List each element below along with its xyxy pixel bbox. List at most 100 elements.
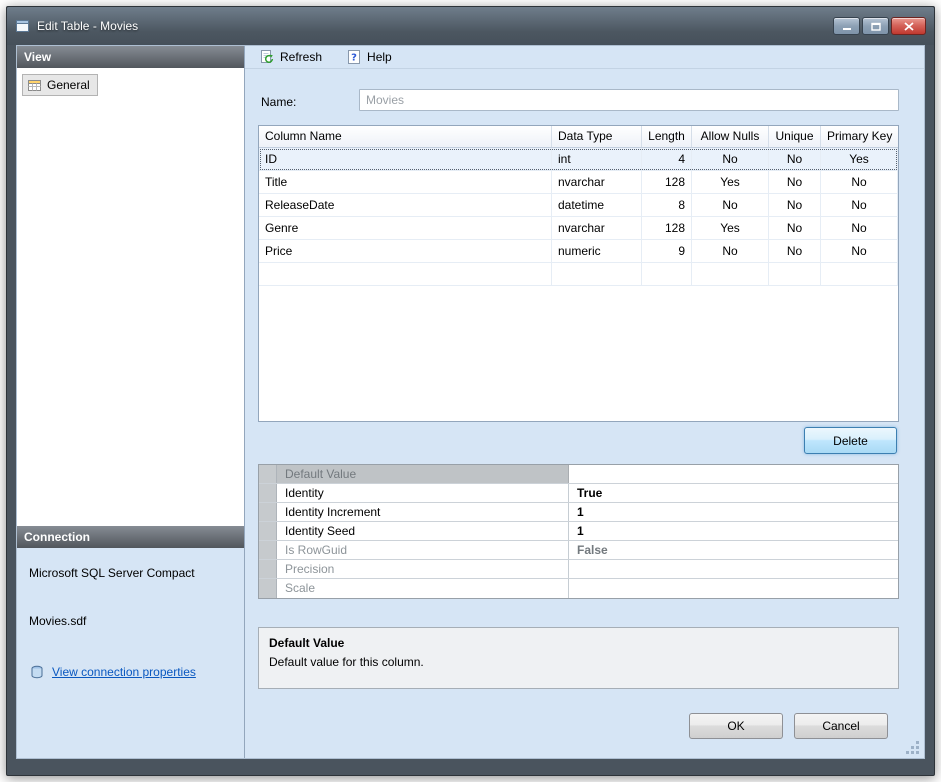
- column-row-new[interactable]: [259, 263, 898, 286]
- cell-allow-nulls[interactable]: No: [692, 148, 769, 170]
- cell-allow-nulls[interactable]: No: [692, 240, 769, 262]
- delete-button[interactable]: Delete: [804, 427, 897, 454]
- cell-length[interactable]: 9: [642, 240, 692, 262]
- cell-unique[interactable]: No: [769, 194, 821, 216]
- property-label: Is RowGuid: [277, 541, 569, 559]
- cancel-button[interactable]: Cancel: [794, 713, 888, 739]
- cell-unique[interactable]: No: [769, 148, 821, 170]
- cell-name[interactable]: ReleaseDate: [259, 194, 552, 216]
- minimize-icon: [842, 22, 852, 31]
- help-button[interactable]: ? Help: [342, 48, 396, 66]
- cell-name[interactable]: ID: [259, 148, 552, 170]
- column-row-title[interactable]: Titlenvarchar128YesNoNo: [259, 171, 898, 194]
- cell-type[interactable]: nvarchar: [552, 171, 642, 193]
- columns-grid: Column Name Data Type Length Allow Nulls…: [258, 125, 899, 422]
- cell-allow-nulls[interactable]: Yes: [692, 217, 769, 239]
- property-row-precision: Precision: [259, 560, 898, 579]
- cell-name[interactable]: Price: [259, 240, 552, 262]
- property-value[interactable]: 1: [569, 503, 898, 521]
- description-panel: Default Value Default value for this col…: [258, 627, 899, 689]
- property-row-indicator: [259, 579, 277, 598]
- cell-length[interactable]: 128: [642, 217, 692, 239]
- cell-primary-key[interactable]: No: [821, 171, 898, 193]
- cell-allow-nulls[interactable]: [692, 263, 769, 285]
- name-label: Name:: [261, 95, 296, 109]
- close-button[interactable]: [891, 17, 926, 35]
- cell-type[interactable]: datetime: [552, 194, 642, 216]
- property-value[interactable]: 1: [569, 522, 898, 540]
- resize-grip[interactable]: [906, 741, 920, 755]
- description-title: Default Value: [269, 636, 888, 650]
- grid-header-data-type[interactable]: Data Type: [552, 126, 642, 147]
- property-value[interactable]: True: [569, 484, 898, 502]
- property-value: [569, 579, 898, 598]
- properties-grid: Default ValueIdentityTrueIdentity Increm…: [258, 464, 899, 599]
- grid-header-unique[interactable]: Unique: [769, 126, 821, 147]
- column-row-price[interactable]: Pricenumeric9NoNoNo: [259, 240, 898, 263]
- table-icon: [27, 77, 42, 93]
- property-label: Identity Increment: [277, 503, 569, 521]
- property-row-identity-seed[interactable]: Identity Seed1: [259, 522, 898, 541]
- titlebar[interactable]: Edit Table - Movies: [7, 7, 934, 45]
- table-window-icon: [15, 18, 31, 34]
- view-section-header: View: [17, 46, 244, 68]
- cell-primary-key[interactable]: No: [821, 217, 898, 239]
- sidebar-item-general[interactable]: General: [22, 74, 98, 96]
- maximize-icon: [871, 22, 881, 31]
- cell-unique[interactable]: No: [769, 171, 821, 193]
- refresh-button[interactable]: Refresh: [255, 48, 326, 66]
- maximize-button[interactable]: [862, 17, 889, 35]
- table-name-input[interactable]: [359, 89, 899, 111]
- refresh-icon: [259, 49, 275, 65]
- cell-length[interactable]: [642, 263, 692, 285]
- cell-unique[interactable]: [769, 263, 821, 285]
- view-connection-properties-link[interactable]: View connection properties: [52, 665, 196, 679]
- dialog-content: View General Connection Microsoft SQL Se…: [16, 45, 925, 759]
- column-row-genre[interactable]: Genrenvarchar128YesNoNo: [259, 217, 898, 240]
- cell-primary-key[interactable]: No: [821, 194, 898, 216]
- property-value: [569, 465, 898, 483]
- help-label: Help: [367, 50, 392, 64]
- column-row-releasedate[interactable]: ReleaseDatedatetime8NoNoNo: [259, 194, 898, 217]
- property-row-is-rowguid: Is RowGuidFalse: [259, 541, 898, 560]
- property-label: Identity Seed: [277, 522, 569, 540]
- cell-type[interactable]: numeric: [552, 240, 642, 262]
- property-row-indicator: [259, 484, 277, 502]
- columns-grid-body: IDint4NoNoYesTitlenvarchar128YesNoNoRele…: [259, 148, 898, 286]
- cell-unique[interactable]: No: [769, 217, 821, 239]
- minimize-button[interactable]: [833, 17, 860, 35]
- grid-header-length[interactable]: Length: [642, 126, 692, 147]
- property-row-indicator: [259, 541, 277, 559]
- property-row-indicator: [259, 465, 277, 483]
- cell-primary-key[interactable]: [821, 263, 898, 285]
- cell-primary-key[interactable]: No: [821, 240, 898, 262]
- cell-type[interactable]: int: [552, 148, 642, 170]
- refresh-label: Refresh: [280, 50, 322, 64]
- database-file-name: Movies.sdf: [29, 614, 232, 628]
- cell-name[interactable]: Genre: [259, 217, 552, 239]
- ok-button[interactable]: OK: [689, 713, 783, 739]
- grid-header-allow-nulls[interactable]: Allow Nulls: [692, 126, 769, 147]
- cell-type[interactable]: [552, 263, 642, 285]
- column-row-id[interactable]: IDint4NoNoYes: [259, 148, 898, 171]
- cell-length[interactable]: 4: [642, 148, 692, 170]
- cell-allow-nulls[interactable]: Yes: [692, 171, 769, 193]
- property-row-identity[interactable]: IdentityTrue: [259, 484, 898, 503]
- property-row-default-value: Default Value: [259, 465, 898, 484]
- cell-primary-key[interactable]: Yes: [821, 148, 898, 170]
- database-connection-icon: [29, 664, 45, 680]
- svg-text:?: ?: [351, 53, 357, 64]
- cell-allow-nulls[interactable]: No: [692, 194, 769, 216]
- grid-header-column-name[interactable]: Column Name: [259, 126, 552, 147]
- cell-length[interactable]: 8: [642, 194, 692, 216]
- cell-name[interactable]: Title: [259, 171, 552, 193]
- grid-header-primary-key[interactable]: Primary Key: [821, 126, 898, 147]
- property-row-indicator: [259, 522, 277, 540]
- property-row-identity-increment[interactable]: Identity Increment1: [259, 503, 898, 522]
- property-row-indicator: [259, 560, 277, 578]
- cell-name[interactable]: [259, 263, 552, 285]
- cell-type[interactable]: nvarchar: [552, 217, 642, 239]
- cell-unique[interactable]: No: [769, 240, 821, 262]
- sidebar: View General Connection Microsoft SQL Se…: [17, 46, 245, 758]
- cell-length[interactable]: 128: [642, 171, 692, 193]
